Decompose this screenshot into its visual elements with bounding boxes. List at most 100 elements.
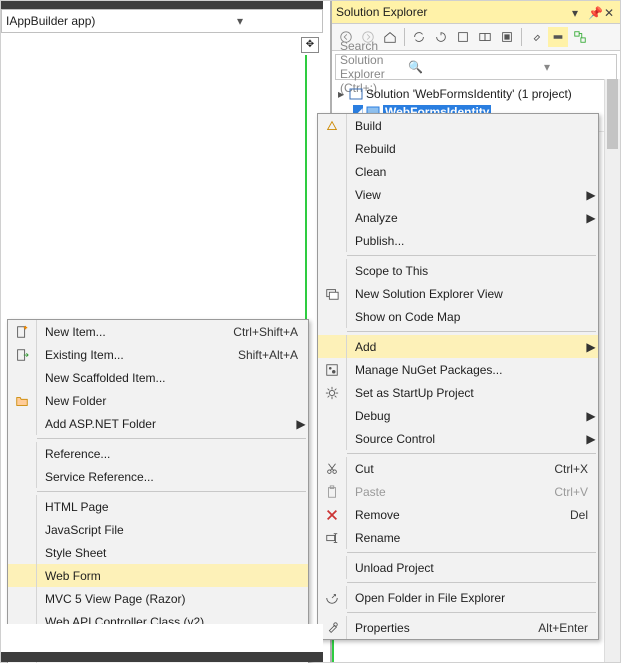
add-item-service-reference[interactable]: Service Reference...	[8, 465, 308, 488]
member-dropdown[interactable]: IAppBuilder app) ▾	[1, 9, 323, 33]
ctx-item-cut[interactable]: CutCtrl+X	[318, 457, 598, 480]
add-item-add-asp-net-folder[interactable]: Add ASP.NET Folder▶	[8, 412, 308, 435]
blank-icon	[8, 587, 37, 610]
editor-bottom-bar	[1, 652, 323, 662]
ctx-item-show-on-code-map[interactable]: Show on Code Map	[318, 305, 598, 328]
ctx-item-build[interactable]: Build	[318, 114, 598, 137]
blank-icon	[8, 366, 37, 389]
menu-separator	[347, 582, 596, 583]
blank-icon	[8, 465, 37, 488]
ctx-item-clean[interactable]: Clean	[318, 160, 598, 183]
show-all-button[interactable]	[475, 27, 495, 47]
menu-item-label: New Item...	[37, 325, 233, 339]
preview-button[interactable]	[497, 27, 517, 47]
folder-icon	[8, 389, 37, 412]
nuget-icon	[318, 358, 347, 381]
ctx-item-scope-to-this[interactable]: Scope to This	[318, 259, 598, 282]
editor-bottom-blank	[1, 624, 323, 652]
collapse-button[interactable]	[453, 27, 473, 47]
menu-item-label: Debug	[347, 409, 584, 423]
ctx-item-set-as-startup-project[interactable]: Set as StartUp Project	[318, 381, 598, 404]
blank-icon	[8, 412, 37, 435]
add-item-reference[interactable]: Reference...	[8, 442, 308, 465]
expander-icon[interactable]: ▸	[336, 87, 346, 101]
view-code-button[interactable]	[548, 27, 568, 47]
ctx-item-debug[interactable]: Debug▶	[318, 404, 598, 427]
add-submenu: New Item...Ctrl+Shift+AExisting Item...S…	[7, 319, 309, 663]
add-item-mvc-5-view-page-razor[interactable]: MVC 5 View Page (Razor)	[8, 587, 308, 610]
blank-icon	[318, 229, 347, 252]
ctx-item-source-control[interactable]: Source Control▶	[318, 427, 598, 450]
panel-titlebar[interactable]: Solution Explorer ▾ 📌 ✕	[332, 1, 620, 24]
menu-item-label: New Scaffolded Item...	[37, 371, 294, 385]
refresh-button[interactable]	[431, 27, 451, 47]
blank-icon	[8, 541, 37, 564]
ctx-item-manage-nuget-packages[interactable]: Manage NuGet Packages...	[318, 358, 598, 381]
ctx-item-remove[interactable]: RemoveDel	[318, 503, 598, 526]
member-dropdown-text: IAppBuilder app)	[6, 14, 162, 28]
add-item-web-form[interactable]: Web Form	[8, 564, 308, 587]
add-item-new-scaffolded-item[interactable]: New Scaffolded Item...	[8, 366, 308, 389]
ctx-item-open-folder-in-file-explorer[interactable]: Open Folder in File Explorer	[318, 586, 598, 609]
submenu-arrow-icon: ▶	[584, 211, 598, 225]
pin-icon[interactable]: 📌	[588, 6, 600, 18]
menu-item-label: Paste	[347, 485, 554, 499]
ctx-item-publish[interactable]: Publish...	[318, 229, 598, 252]
ctx-item-rebuild[interactable]: Rebuild	[318, 137, 598, 160]
ctx-item-properties[interactable]: PropertiesAlt+Enter	[318, 616, 598, 639]
ctx-item-add[interactable]: Add▶	[318, 335, 598, 358]
menu-item-label: Open Folder in File Explorer	[347, 591, 584, 605]
blank-icon	[318, 556, 347, 579]
ctx-item-paste: PasteCtrl+V	[318, 480, 598, 503]
search-icon: 🔍	[408, 60, 476, 74]
menu-item-label: Add	[347, 340, 584, 354]
ctx-item-rename[interactable]: Rename	[318, 526, 598, 549]
search-input[interactable]: Search Solution Explorer (Ctrl+;) 🔍 ▾	[335, 54, 617, 80]
menu-item-shortcut: Del	[570, 508, 598, 522]
add-item-new-item[interactable]: New Item...Ctrl+Shift+A	[8, 320, 308, 343]
ctx-item-new-solution-explorer-view[interactable]: New Solution Explorer View	[318, 282, 598, 305]
search-dropdown-icon[interactable]: ▾	[544, 60, 612, 74]
paste-icon	[318, 480, 347, 503]
ctx-item-unload-project[interactable]: Unload Project	[318, 556, 598, 579]
panel-title: Solution Explorer	[336, 5, 568, 19]
add-item-existing-item[interactable]: Existing Item...Shift+Alt+A	[8, 343, 308, 366]
menu-item-label: Scope to This	[347, 264, 584, 278]
blank-icon	[318, 259, 347, 282]
sync-button[interactable]	[409, 27, 429, 47]
submenu-arrow-icon: ▶	[584, 188, 598, 202]
menu-item-label: Show on Code Map	[347, 310, 584, 324]
solution-node[interactable]: ▸ Solution 'WebFormsIdentity' (1 project…	[336, 85, 616, 103]
blank-icon	[8, 495, 37, 518]
dropdown-icon[interactable]: ▾	[572, 6, 584, 18]
menu-separator	[347, 552, 596, 553]
menu-item-label: New Folder	[37, 394, 294, 408]
vertical-scrollbar[interactable]	[604, 79, 620, 662]
solution-icon	[349, 88, 363, 100]
menu-item-shortcut: Shift+Alt+A	[238, 348, 308, 362]
add-item-html-page[interactable]: HTML Page	[8, 495, 308, 518]
view-class-diagram-button[interactable]	[570, 27, 590, 47]
menu-item-label: Style Sheet	[37, 546, 294, 560]
add-item-new-folder[interactable]: New Folder	[8, 389, 308, 412]
blank-icon	[318, 206, 347, 229]
menu-item-label: New Solution Explorer View	[347, 287, 584, 301]
menu-item-label: Source Control	[347, 432, 584, 446]
close-icon[interactable]: ✕	[604, 6, 616, 18]
newview-icon	[318, 282, 347, 305]
ctx-item-view[interactable]: View▶	[318, 183, 598, 206]
add-item-javascript-file[interactable]: JavaScript File	[8, 518, 308, 541]
blank-icon	[318, 404, 347, 427]
add-item-style-sheet[interactable]: Style Sheet	[8, 541, 308, 564]
menu-item-label: Properties	[347, 621, 538, 635]
scrollbar-thumb[interactable]	[607, 79, 618, 149]
splitter-line	[305, 55, 307, 335]
menu-item-label: Cut	[347, 462, 554, 476]
menu-item-label: Set as StartUp Project	[347, 386, 584, 400]
newitem-icon	[8, 320, 37, 343]
menu-item-shortcut: Ctrl+V	[554, 485, 598, 499]
properties-button[interactable]	[526, 27, 546, 47]
submenu-arrow-icon: ▶	[584, 432, 598, 446]
ctx-item-analyze[interactable]: Analyze▶	[318, 206, 598, 229]
move-handle-icon[interactable]: ✥	[301, 37, 319, 53]
